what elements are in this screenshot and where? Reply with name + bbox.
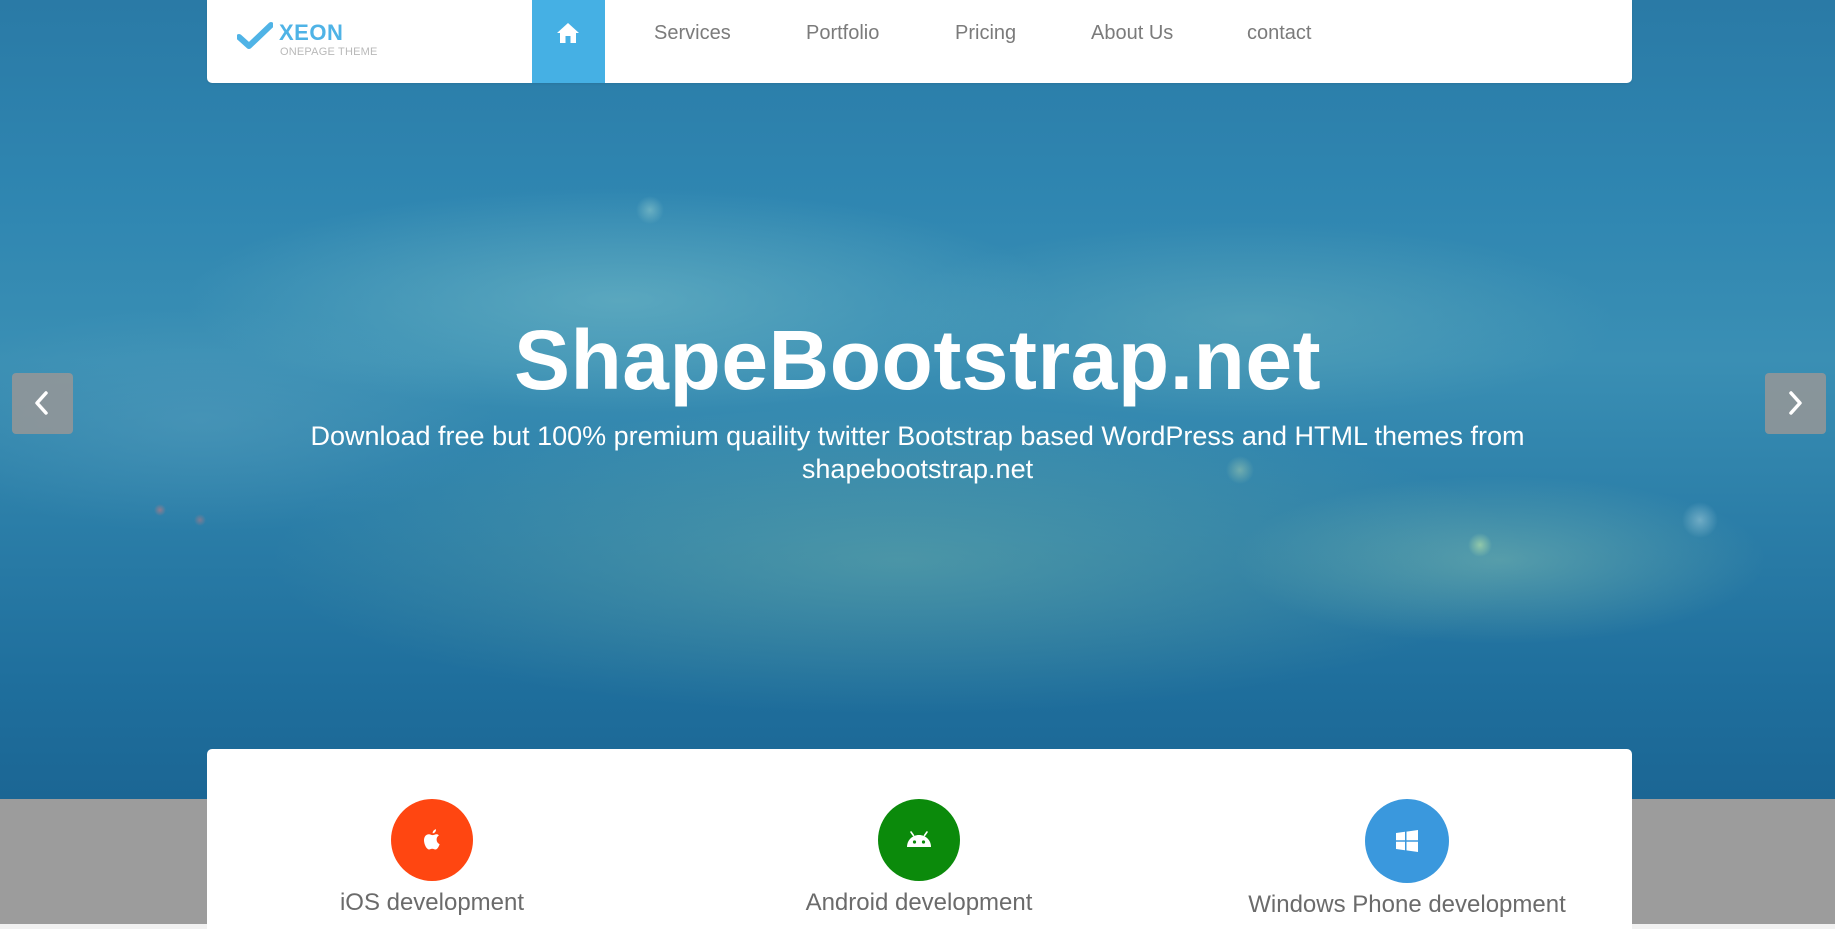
nav-home-button[interactable] — [532, 0, 605, 83]
service-label-android: Android development — [805, 889, 1033, 916]
services-panel: iOS development Android development Wind… — [207, 749, 1632, 929]
service-android[interactable]: Android development — [719, 799, 1119, 917]
service-ios[interactable]: iOS development — [232, 799, 632, 917]
home-icon — [557, 23, 579, 43]
apple-icon — [424, 829, 440, 850]
service-icon-circle — [1365, 799, 1449, 883]
service-label-ios: iOS development — [339, 889, 525, 916]
nav-item-contact[interactable]: contact — [1247, 22, 1311, 45]
service-icon-circle — [391, 799, 473, 881]
service-label-windows-phone: Windows Phone development — [1248, 891, 1566, 918]
windows-icon — [1396, 830, 1418, 852]
nav-item-services[interactable]: Services — [654, 22, 731, 45]
service-windows-phone[interactable]: Windows Phone development — [1207, 799, 1607, 919]
nav-item-pricing[interactable]: Pricing — [955, 22, 1016, 45]
checkmark-icon — [237, 22, 273, 49]
hero-subtitle: Download free but 100% premium quaility … — [310, 421, 1525, 484]
top-navbar: XEON ONEPAGE THEME Services Portfolio Pr… — [207, 0, 1632, 83]
nav-item-about-us[interactable]: About Us — [1091, 22, 1173, 45]
hero-title: ShapeBootstrap.net — [513, 313, 1322, 407]
brand-name: XEON — [279, 20, 344, 45]
brand-logo[interactable]: XEON ONEPAGE THEME — [237, 17, 437, 62]
service-icon-circle — [878, 799, 960, 881]
nav-item-portfolio[interactable]: Portfolio — [806, 22, 879, 45]
android-icon — [907, 831, 931, 847]
brand-tagline: ONEPAGE THEME — [280, 46, 378, 58]
